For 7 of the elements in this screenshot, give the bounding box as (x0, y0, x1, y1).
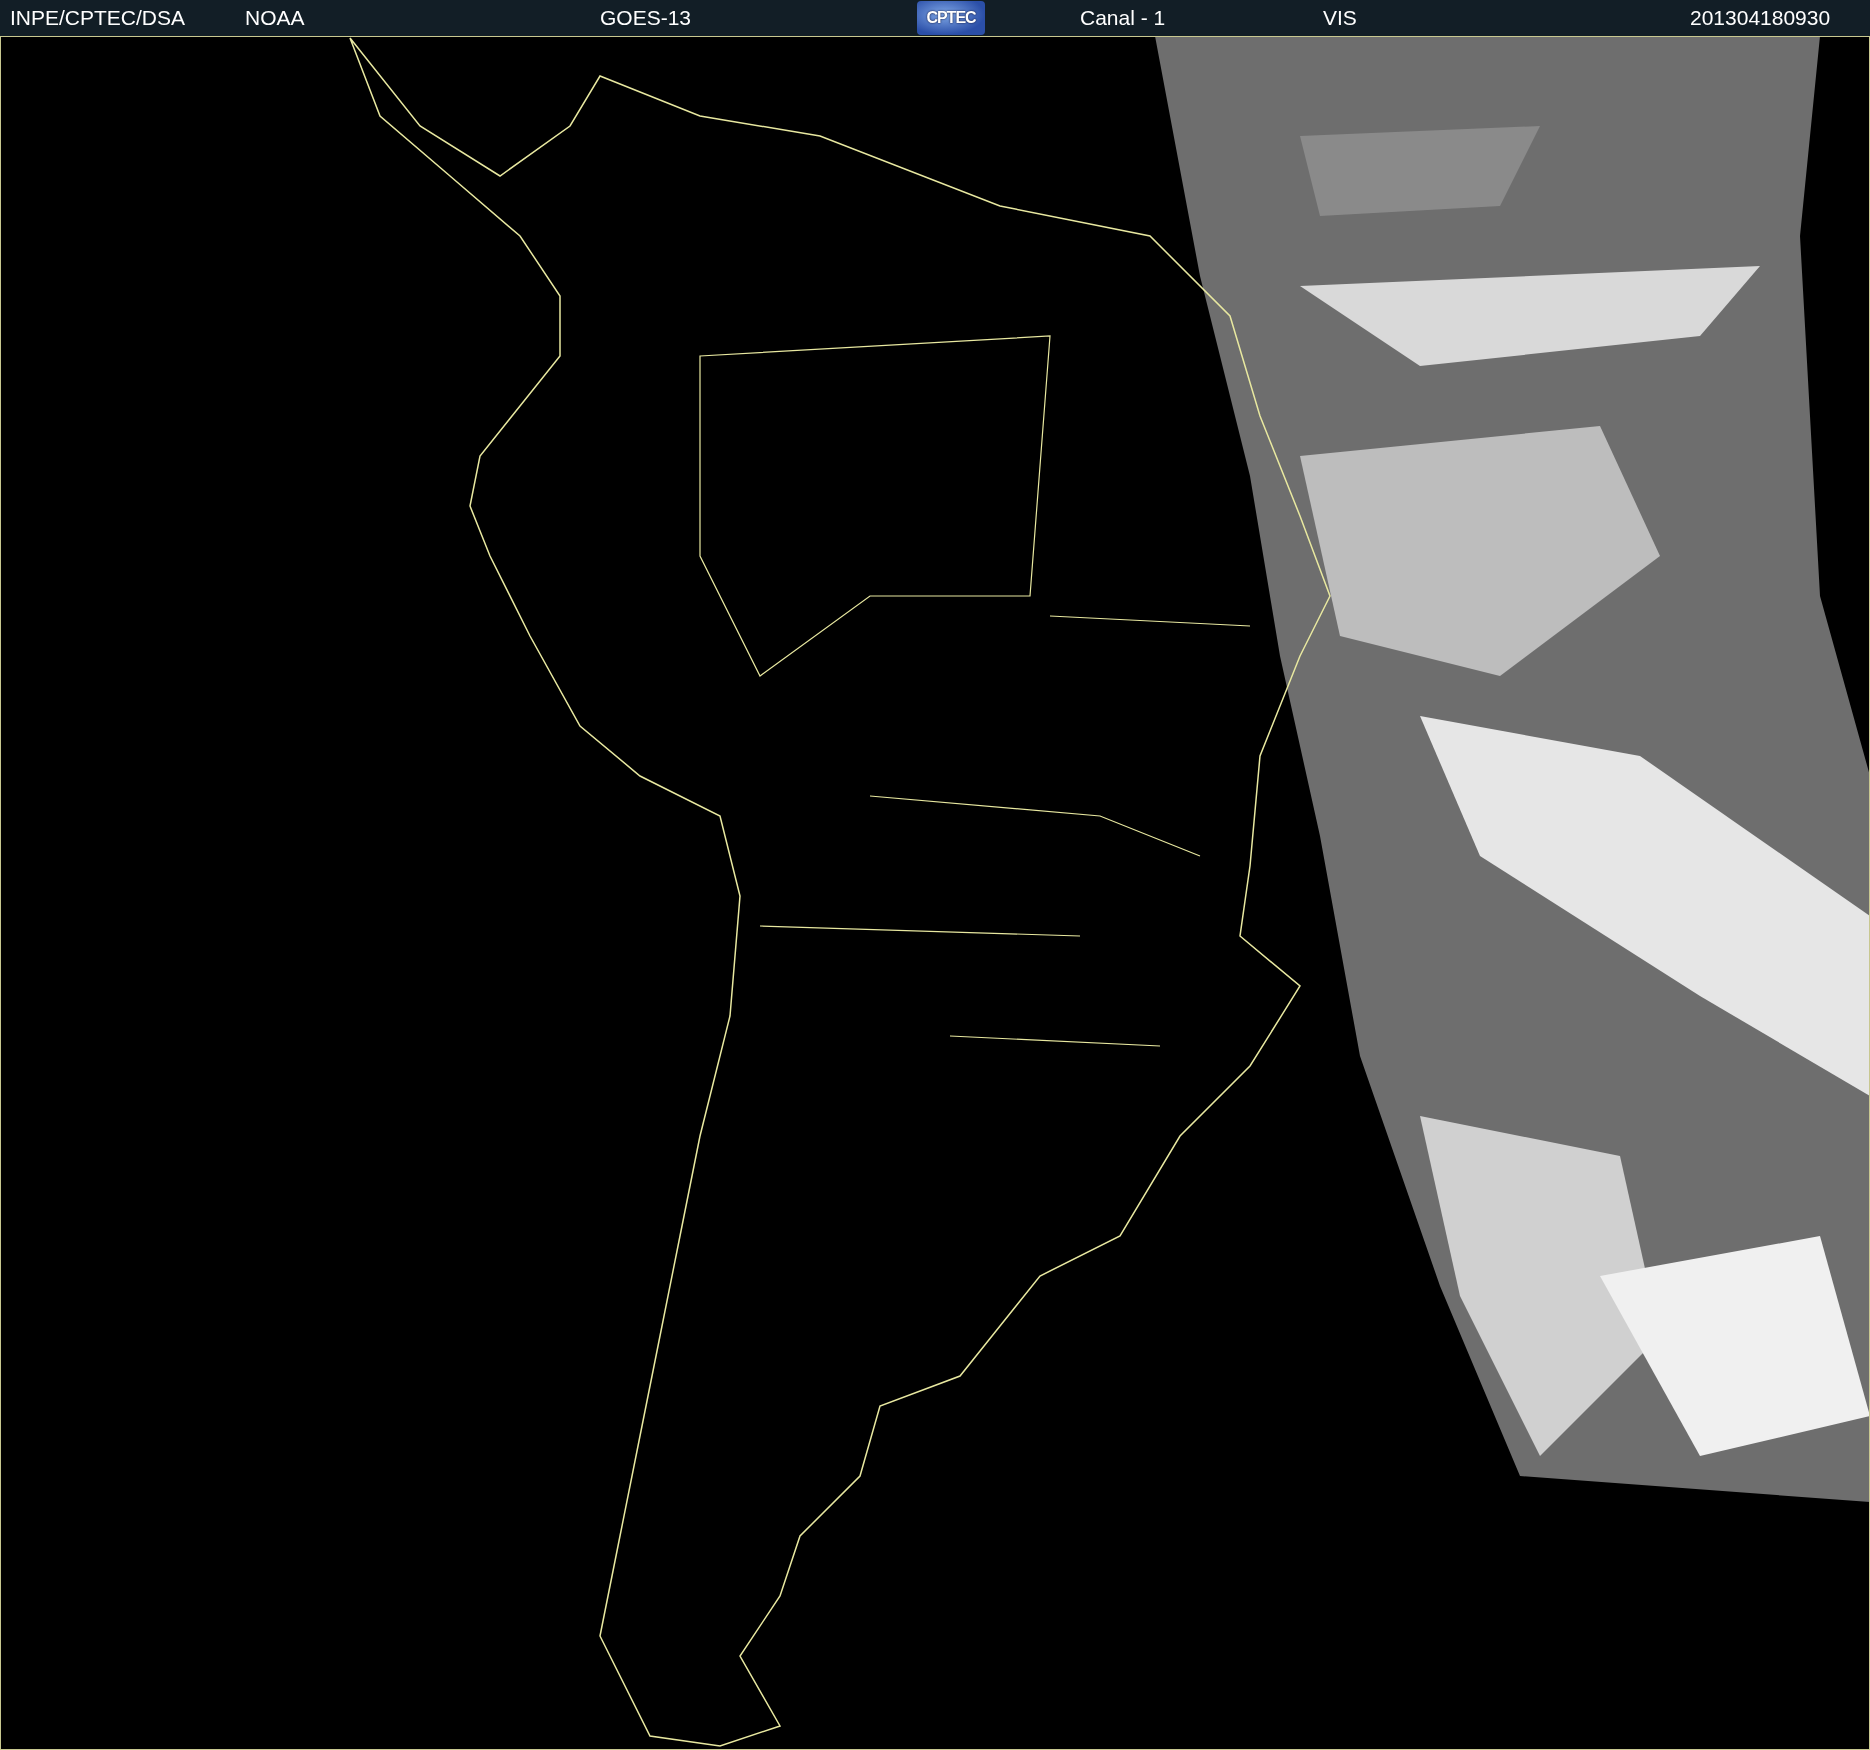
header-label: NOAA (245, 6, 305, 30)
header-label: GOES-13 (600, 6, 692, 30)
header-label: Canal - 1 (1080, 6, 1166, 30)
header-label: 201304180930 (1690, 6, 1831, 30)
header-label: VIS (1323, 6, 1357, 30)
header-label: INPE/CPTEC/DSA (10, 6, 186, 30)
logo: CPTEC (917, 1, 985, 35)
